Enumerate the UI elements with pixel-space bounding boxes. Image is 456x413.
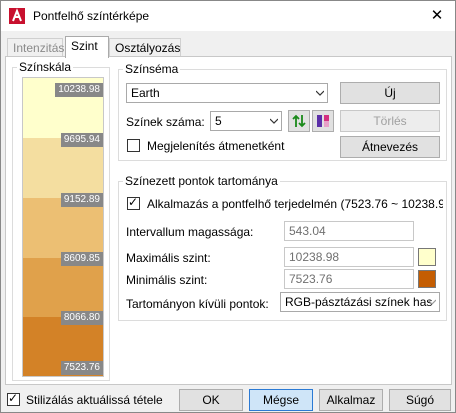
scale-band-4 (23, 258, 103, 317)
apply-extent-checkbox[interactable] (127, 195, 140, 210)
edit-colors-button[interactable] (312, 110, 334, 132)
stylize-current-label: Stilizálás aktuálissá tétele (26, 393, 163, 407)
color-scale-title: Színskála (17, 60, 74, 74)
chevron-down-icon (428, 299, 436, 305)
stylize-current-checkbox[interactable] (7, 391, 20, 406)
color-bar-icon (317, 115, 329, 127)
interval-height-field[interactable]: 543.04 (284, 221, 414, 241)
scale-tick-label: 8066.80 (60, 311, 103, 325)
cancel-button[interactable]: Mégse (249, 389, 313, 411)
chevron-down-icon (316, 90, 324, 96)
delete-scheme-button[interactable]: Törlés (340, 110, 440, 132)
colored-range-title: Színezett pontok tartománya (123, 174, 280, 188)
tab-classification[interactable]: Osztályozás (109, 38, 181, 56)
max-level-label: Maximális szint: (126, 251, 211, 265)
min-color-swatch[interactable] (418, 270, 436, 288)
dialog-window: Pontfelhő színtérképe ✕ Intenzitás Szint… (0, 0, 456, 413)
max-color-swatch[interactable] (418, 248, 436, 266)
tab-intensity[interactable]: Intenzitás (7, 38, 64, 56)
color-scheme-select[interactable]: Earth (126, 83, 328, 103)
close-button[interactable]: ✕ (425, 5, 449, 27)
color-count-label: Színek száma: (126, 115, 205, 129)
interval-height-label: Intervallum magassága: (126, 225, 254, 239)
color-scale-strip: 10238.98 9695.94 9152.89 8609.85 8066.80… (23, 78, 103, 376)
title-bar: Pontfelhő színtérképe ✕ (1, 1, 455, 31)
color-count-select[interactable]: 5 (210, 111, 282, 131)
color-scale: 10238.98 9695.94 9152.89 8609.85 8066.80… (22, 77, 104, 377)
scale-tick-label: 10238.98 (55, 83, 103, 97)
window-title: Pontfelhő színtérképe (33, 9, 150, 23)
scale-tick-label: 9695.94 (60, 133, 103, 147)
color-scheme-title: Színséma (123, 62, 181, 76)
swap-arrows-icon (292, 114, 306, 128)
tab-panel: Színskála 10238.98 9695.94 9152.89 8609.… (5, 56, 452, 385)
scale-tick-label: 8609.85 (60, 252, 103, 266)
scale-band-2 (23, 138, 103, 198)
chevron-down-icon (270, 118, 278, 124)
apply-extent-label: Alkalmazás a pontfelhő terjedelmén (7523… (147, 197, 443, 211)
color-count-value: 5 (215, 114, 222, 128)
outside-range-select[interactable]: RGB-pásztázási színek has (280, 292, 440, 312)
new-scheme-button[interactable]: Új (340, 82, 440, 104)
help-button[interactable]: Súgó (389, 389, 451, 411)
color-scheme-value: Earth (131, 86, 160, 100)
outside-range-label: Tartományon kívüli pontok: (126, 297, 269, 311)
ok-button[interactable]: OK (179, 389, 243, 411)
show-gradient-checkbox[interactable] (127, 139, 140, 152)
scale-band-3 (23, 198, 103, 258)
autocad-logo-icon (9, 8, 25, 24)
scale-tick-label: 9152.89 (60, 193, 103, 207)
min-level-label: Minimális szint: (126, 273, 208, 287)
apply-button[interactable]: Alkalmaz (319, 389, 383, 411)
tab-elevation[interactable]: Szint (65, 36, 109, 58)
outside-range-value: RGB-pásztázási színek has (285, 295, 433, 309)
max-level-field[interactable]: 10238.98 (284, 247, 414, 267)
scale-tick-label: 7523.76 (60, 361, 103, 375)
rename-scheme-button[interactable]: Átnevezés (340, 136, 440, 158)
show-gradient-label: Megjelenítés átmenetként (147, 139, 285, 153)
reverse-colors-button[interactable] (288, 110, 310, 132)
min-level-field[interactable]: 7523.76 (284, 269, 414, 289)
